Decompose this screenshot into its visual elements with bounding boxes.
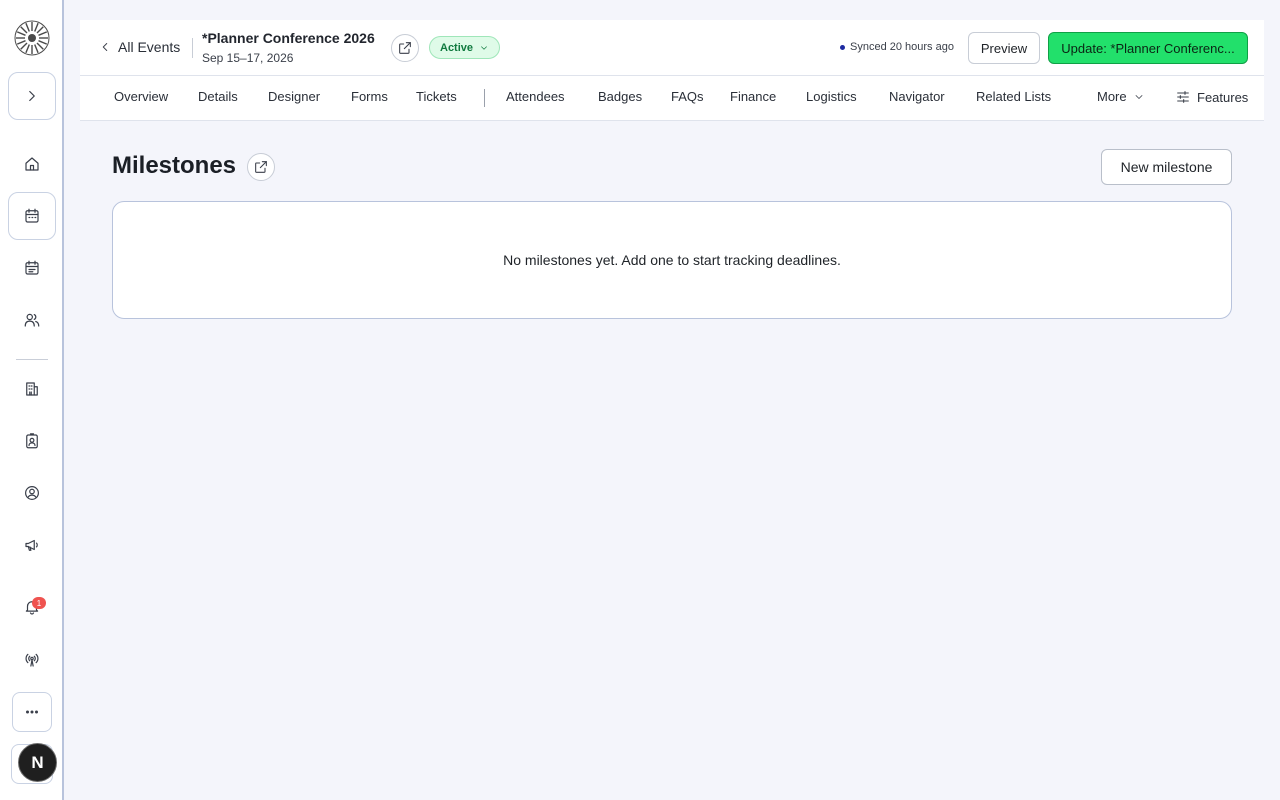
rail-item-events[interactable] [8, 192, 56, 240]
rail-item-venues[interactable] [8, 365, 56, 413]
left-rail: 1 [0, 0, 64, 800]
tabs-divider [484, 89, 485, 107]
tab-finance[interactable]: Finance [730, 89, 776, 104]
empty-state-message: No milestones yet. Add one to start trac… [503, 252, 841, 268]
event-date: Sep 15–17, 2026 [202, 51, 294, 65]
contact-card-icon [26, 433, 38, 449]
tab-attendees[interactable]: Attendees [506, 89, 565, 104]
status-label: Active [440, 41, 474, 54]
new-milestone-button[interactable]: New milestone [1101, 149, 1232, 185]
tab-more-dropdown[interactable]: More [1097, 89, 1145, 104]
chevron-down-icon [481, 45, 487, 50]
tab-forms[interactable]: Forms [351, 89, 388, 104]
notification-count-badge: 1 [32, 597, 46, 609]
user-circle-icon [25, 486, 39, 500]
building-icon [26, 382, 38, 396]
features-label: Features [1197, 89, 1249, 105]
expand-sidebar-button[interactable] [8, 72, 56, 120]
sync-text: Synced 20 hours ago [850, 41, 954, 53]
rail-item-marketing[interactable] [8, 521, 56, 569]
tab-designer[interactable]: Designer [268, 89, 320, 104]
update-button[interactable]: Update: *Planner Conferenc... [1048, 32, 1248, 64]
chevron-left-icon [102, 43, 108, 51]
features-button[interactable]: Features [1175, 89, 1248, 105]
external-link-icon [399, 42, 411, 54]
open-milestones-external-button[interactable] [247, 153, 275, 181]
tab-logistics[interactable]: Logistics [806, 89, 857, 104]
broadcast-icon [25, 653, 39, 667]
tab-faqs[interactable]: FAQs [671, 89, 704, 104]
sliders-icon [1177, 91, 1189, 103]
preview-button[interactable]: Preview [968, 32, 1040, 64]
page-title: Milestones [112, 152, 237, 179]
calendar-list-icon [25, 260, 39, 275]
tab-tickets[interactable]: Tickets [416, 89, 457, 104]
status-badge[interactable]: Active [429, 36, 501, 59]
rail-item-broadcast[interactable] [8, 636, 56, 684]
back-label: All Events [118, 39, 181, 55]
megaphone-icon [25, 539, 38, 551]
rail-item-people[interactable] [8, 296, 56, 344]
open-event-external-button[interactable] [391, 34, 419, 62]
rail-item-schedule[interactable] [8, 244, 56, 292]
users-icon [24, 313, 40, 327]
event-title: *Planner Conference 2026 [202, 30, 375, 46]
empty-state-card: No milestones yet. Add one to start trac… [112, 201, 1232, 319]
rail-item-notifications[interactable] [8, 583, 56, 631]
rail-item-account[interactable] [8, 469, 56, 517]
ellipsis-icon [26, 710, 38, 714]
tab-overview[interactable]: Overview [114, 89, 168, 104]
sync-status: Synced 20 hours ago [840, 41, 954, 53]
chevron-right-icon [29, 90, 35, 102]
avatar[interactable]: N [18, 743, 57, 782]
tab-details[interactable]: Details [198, 89, 238, 104]
sunburst-logo-icon[interactable] [14, 20, 50, 56]
rail-divider [16, 359, 48, 360]
header-divider [192, 38, 193, 58]
event-tabs: Overview Details Designer Forms Tickets … [80, 76, 1264, 121]
tab-related-lists[interactable]: Related Lists [976, 89, 1051, 104]
calendar-icon [25, 208, 39, 223]
tab-badges[interactable]: Badges [598, 89, 642, 104]
home-icon [25, 157, 39, 171]
external-link-icon [255, 161, 267, 173]
rail-item-home[interactable] [8, 140, 56, 188]
chevron-down-icon [1135, 94, 1143, 99]
rail-item-contacts[interactable] [8, 417, 56, 465]
sync-dot-icon [840, 44, 845, 50]
more-label: More [1097, 89, 1127, 104]
tab-navigator[interactable]: Navigator [889, 89, 945, 104]
more-options-button[interactable] [12, 692, 52, 732]
event-header: All Events *Planner Conference 2026 Sep … [80, 20, 1264, 76]
back-to-all-events-link[interactable]: All Events [98, 39, 180, 55]
